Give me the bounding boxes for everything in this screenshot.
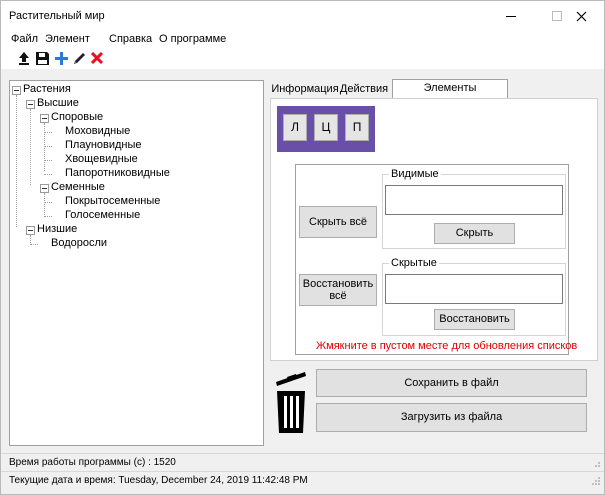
tree-collapse-toggle[interactable] <box>40 184 49 193</box>
menu-element[interactable]: Элемент <box>45 33 90 45</box>
tree-collapse-toggle[interactable] <box>26 100 35 109</box>
left-button[interactable]: Л <box>283 114 307 141</box>
tree-node[interactable]: Водоросли <box>51 237 107 249</box>
tree-collapse-toggle[interactable] <box>26 226 35 235</box>
edit-icon <box>73 52 85 64</box>
minimize-icon <box>506 15 516 17</box>
tree-node[interactable]: Низшие <box>37 223 77 235</box>
add-icon <box>54 51 68 65</box>
tree-node[interactable]: Плауновидные <box>65 139 142 151</box>
close-button[interactable] <box>558 1 604 31</box>
tree-node[interactable]: Моховидные <box>65 125 130 137</box>
tree-node[interactable]: Высшие <box>37 97 79 109</box>
tree-node[interactable]: Покрытосеменные <box>65 195 160 207</box>
tree-node[interactable]: Голосеменные <box>65 209 140 221</box>
trash-button[interactable] <box>272 369 310 435</box>
status-bar-uptime: Время работы программы (с) : 1520 <box>1 453 604 472</box>
tree-node[interactable]: Растения <box>23 83 71 95</box>
visible-group-label: Видимые <box>389 168 441 180</box>
tree-collapse-toggle[interactable] <box>12 86 21 95</box>
window-title: Растительный мир <box>9 10 105 22</box>
delete-icon <box>91 52 103 64</box>
status-bar-datetime: Текущие дата и время: Tuesday, December … <box>1 471 604 490</box>
save-button[interactable] <box>34 50 50 66</box>
restore-button[interactable]: Восстановить <box>434 309 515 330</box>
trash-icon <box>276 372 306 433</box>
refresh-hint: Жмякните в пустом месте для обновления с… <box>316 340 578 352</box>
close-icon <box>576 11 586 21</box>
tab-controls[interactable]: Элементы управления <box>392 79 508 111</box>
hidden-group-label: Скрытые <box>389 257 439 269</box>
main-window: Растительный мир Файл Элемент Справка О … <box>0 0 605 495</box>
uptime-text: Время работы программы (с) : 1520 <box>9 457 176 468</box>
menu-bar: Файл Элемент Справка О программе <box>1 31 604 47</box>
menu-file[interactable]: Файл <box>11 33 38 45</box>
upload-button[interactable] <box>16 50 32 66</box>
datetime-text: Текущие дата и время: Tuesday, December … <box>9 475 308 486</box>
add-button[interactable] <box>53 50 69 66</box>
menu-about[interactable]: О программе <box>159 33 226 45</box>
tree-node[interactable]: Семенные <box>51 181 105 193</box>
hidden-list[interactable] <box>385 274 563 304</box>
restore-all-button[interactable]: Восстановить всё <box>299 274 377 306</box>
save-icon <box>35 51 49 65</box>
save-to-file-button[interactable]: Сохранить в файл <box>316 369 587 397</box>
tree-node[interactable]: Споровые <box>51 111 103 123</box>
delete-button[interactable] <box>89 50 105 66</box>
hide-all-button[interactable]: Скрыть всё <box>299 206 377 238</box>
minimize-button[interactable] <box>488 1 534 31</box>
right-button[interactable]: П <box>345 114 369 141</box>
resize-grip-icon[interactable] <box>592 477 600 485</box>
title-bar: Растительный мир <box>1 1 604 31</box>
tree-node[interactable]: Хвощевидные <box>65 153 138 165</box>
hide-button[interactable]: Скрыть <box>434 223 515 244</box>
edit-button[interactable] <box>71 50 87 66</box>
menu-help[interactable]: Справка <box>109 33 152 45</box>
tree-collapse-toggle[interactable] <box>40 114 49 123</box>
upload-icon <box>19 52 29 65</box>
tab-info[interactable]: Информация <box>271 81 339 98</box>
accent-panel: Л Ц П <box>277 106 375 152</box>
resize-grip-icon <box>595 462 600 467</box>
load-from-file-button[interactable]: Загрузить из файла <box>316 403 587 432</box>
tab-actions[interactable]: Действия <box>339 81 389 98</box>
toolbar <box>1 47 604 69</box>
visible-list[interactable] <box>385 185 563 215</box>
plant-tree[interactable]: Растения Высшие Споровые Моховидные Плау… <box>9 80 264 446</box>
center-button[interactable]: Ц <box>314 114 338 141</box>
tree-node[interactable]: Папоротниковидные <box>65 167 170 179</box>
